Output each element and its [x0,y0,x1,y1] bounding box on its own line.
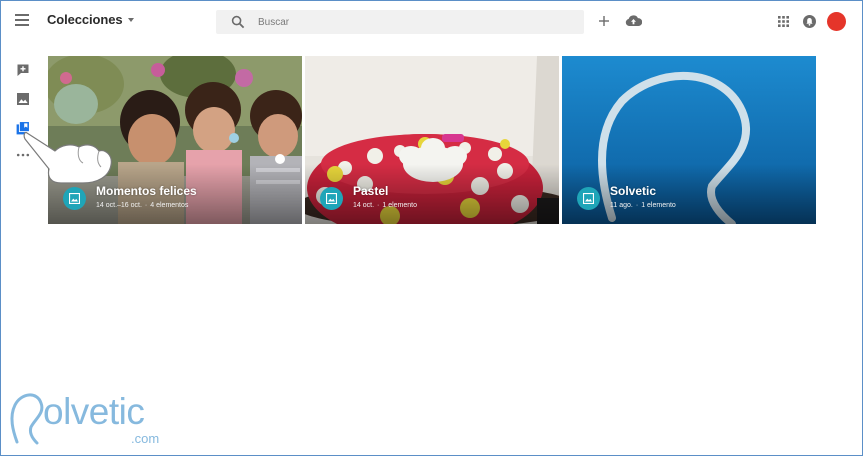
collection-meta: 14 oct. · 1 elemento [353,202,417,209]
card-gradient [562,164,816,224]
hand-pointer-icon [23,131,112,184]
meta-separator: · [144,202,148,209]
album-icon [583,193,594,204]
card-gradient [305,164,559,224]
watermark-text: olvetic [43,391,145,432]
chevron-down-icon [127,18,134,22]
add-to-album-icon[interactable] [16,63,30,77]
collection-count: 1 elemento [382,202,417,209]
collection-card[interactable]: Pastel 14 oct. · 1 elemento [305,56,559,224]
avatar[interactable] [827,12,846,31]
search-icon [231,15,245,29]
search-input[interactable] [258,14,558,30]
collection-meta: 11 ago. · 1 elemento [610,202,676,209]
top-bar: Colecciones [1,1,862,41]
collection-title: Solvetic [610,184,657,198]
album-badge [577,187,600,210]
app-window: Colecciones Buscar Momentos felices 14 o… [0,0,863,456]
album-badge [320,187,343,210]
album-badge [63,187,86,210]
collection-title: Momentos felices [96,184,197,198]
menu-icon[interactable] [15,14,29,28]
collection-count: 4 elementos [150,202,189,209]
notifications-icon[interactable] [803,15,816,28]
collection-count: 1 elemento [641,202,676,209]
solvetic-watermark: olvetic .com [7,385,182,451]
search-box[interactable] [216,10,584,34]
collection-card[interactable]: Solvetic 11 ago. · 1 elemento [562,56,816,224]
collection-meta: 14 oct.–16 oct. · 4 elementos [96,202,188,209]
collection-date: 14 oct.–16 oct. [96,202,142,209]
collection-title: Pastel [353,184,389,198]
meta-separator: · [635,202,639,209]
album-icon [326,193,337,204]
add-icon[interactable] [598,15,610,27]
collections-dropdown[interactable]: Colecciones [47,12,134,27]
upload-icon[interactable] [625,14,642,27]
watermark-suffix: .com [131,431,160,446]
apps-icon[interactable] [778,16,789,27]
page-title: Colecciones [47,12,123,27]
album-icon [69,193,80,204]
collection-date: 11 ago. [610,202,633,209]
meta-separator: · [377,202,380,209]
collection-date: 14 oct. [353,202,375,209]
solvetic-logo-icon [10,393,44,445]
photo-icon[interactable] [16,92,30,106]
